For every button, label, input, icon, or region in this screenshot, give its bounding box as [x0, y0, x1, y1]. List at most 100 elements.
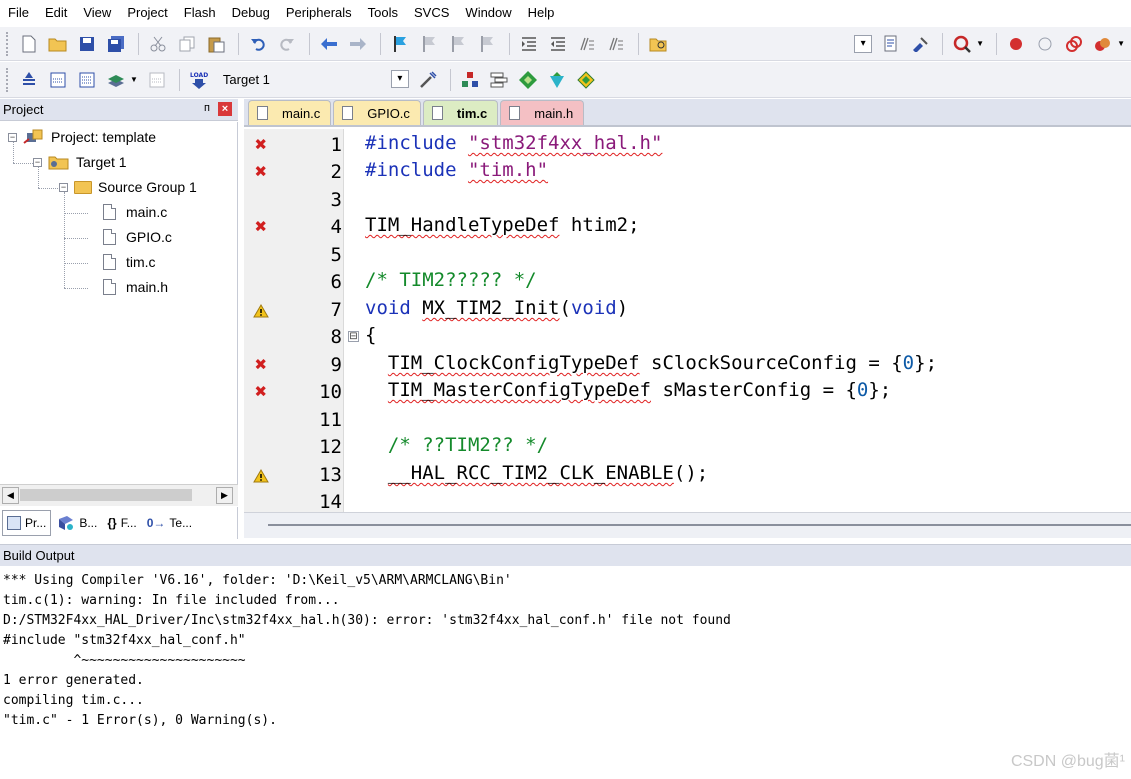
tab-tim-c[interactable]: tim.c	[422, 100, 499, 125]
tab-functions[interactable]: {} F...	[103, 510, 140, 536]
chevron-down-icon[interactable]: ▾	[390, 69, 409, 88]
cut-icon[interactable]	[145, 31, 171, 57]
save-all-icon[interactable]	[103, 31, 129, 57]
code-line[interactable]: ✖ 2 #include "tim.h"	[244, 158, 1131, 185]
pack-installer-icon[interactable]	[573, 67, 599, 93]
translate-icon[interactable]	[16, 67, 42, 93]
indent-icon[interactable]	[516, 31, 542, 57]
copy-icon[interactable]	[174, 31, 200, 57]
tab-books[interactable]: B...	[53, 510, 101, 536]
breakpoint-enable-icon[interactable]	[1032, 31, 1058, 57]
code-line[interactable]: 8 ⊟ {	[244, 323, 1131, 350]
incremental-find-icon[interactable]	[907, 31, 933, 57]
tree-file-main-h[interactable]: main.h	[103, 277, 168, 297]
breakpoint-kill-all-icon[interactable]	[1090, 31, 1116, 57]
breakpoint-insert-icon[interactable]	[1003, 31, 1029, 57]
tab-main-c[interactable]: main.c	[248, 100, 332, 125]
toolbar-grip[interactable]	[6, 31, 10, 56]
bookmark-next-icon[interactable]	[445, 31, 471, 57]
bookmark-prev-icon[interactable]	[416, 31, 442, 57]
menu-window[interactable]: Window	[465, 5, 511, 20]
rebuild-icon[interactable]	[74, 67, 100, 93]
find-in-files-icon[interactable]	[645, 31, 671, 57]
code-line[interactable]: ✖ 4 TIM_HandleTypeDef htim2;	[244, 213, 1131, 240]
file-extensions-icon[interactable]	[486, 67, 512, 93]
code-editor[interactable]: ✖ 1 #include "stm32f4xx_hal.h" ✖ 2 #incl…	[244, 129, 1131, 512]
scroll-left-icon[interactable]: ◀	[2, 487, 19, 504]
download-load-icon[interactable]: LOAD	[186, 67, 212, 93]
redo-icon[interactable]	[274, 31, 300, 57]
bookmark-clear-icon[interactable]	[474, 31, 500, 57]
menu-help[interactable]: Help	[528, 5, 555, 20]
menu-edit[interactable]: Edit	[45, 5, 67, 20]
collapse-icon[interactable]: −	[33, 157, 42, 167]
debug-session-icon[interactable]	[949, 31, 975, 57]
scrollbar-thumb[interactable]	[20, 489, 192, 501]
menu-project[interactable]: Project	[127, 5, 167, 20]
debug-dropdown-icon[interactable]: ▼	[976, 39, 984, 48]
tree-file-main-c[interactable]: main.c	[103, 202, 167, 222]
build-icon[interactable]	[45, 67, 71, 93]
menu-tools[interactable]: Tools	[368, 5, 398, 20]
open-folder-icon[interactable]	[45, 31, 71, 57]
select-software-packs-icon[interactable]	[544, 67, 570, 93]
manage-project-items-icon[interactable]	[457, 67, 483, 93]
paste-icon[interactable]	[203, 31, 229, 57]
tab-templates[interactable]: 0→ Te...	[143, 510, 196, 536]
scrollbar-track[interactable]	[268, 524, 1131, 526]
bookmark-toggle-icon[interactable]	[387, 31, 413, 57]
close-icon[interactable]: ×	[218, 102, 232, 116]
code-line[interactable]: 3	[244, 186, 1131, 213]
collapse-icon[interactable]: −	[59, 182, 68, 192]
tab-project[interactable]: Pr...	[2, 510, 52, 536]
tab-gpio-c[interactable]: GPIO.c	[333, 100, 421, 125]
code-line[interactable]: 7 void MX_TIM2_Init(void)	[244, 296, 1131, 323]
target-select[interactable]: Target 1 ▾	[223, 69, 409, 91]
batch-build-icon[interactable]	[103, 67, 129, 93]
stop-build-icon[interactable]	[144, 67, 170, 93]
pin-icon[interactable]: ᴨ	[204, 102, 210, 114]
menu-flash[interactable]: Flash	[184, 5, 216, 20]
new-file-icon[interactable]	[16, 31, 42, 57]
unindent-icon[interactable]	[545, 31, 571, 57]
tree-target-node[interactable]: − Target 1	[33, 152, 127, 172]
breakpoint-dropdown-icon[interactable]: ▼	[1117, 39, 1125, 48]
undo-icon[interactable]	[245, 31, 271, 57]
code-line[interactable]: ✖ 9 TIM_ClockConfigTypeDef sClockSourceC…	[244, 351, 1131, 378]
toolbar-grip[interactable]	[6, 67, 10, 92]
navigate-back-icon[interactable]	[316, 31, 342, 57]
code-line[interactable]: 11	[244, 406, 1131, 433]
menu-view[interactable]: View	[83, 5, 111, 20]
menu-debug[interactable]: Debug	[232, 5, 270, 20]
save-icon[interactable]	[74, 31, 100, 57]
options-for-target-icon[interactable]	[415, 67, 441, 93]
code-line[interactable]: 6 /* TIM2????? */	[244, 268, 1131, 295]
code-line[interactable]: 12 /* ??TIM2?? */	[244, 433, 1131, 460]
code-line[interactable]: 5	[244, 241, 1131, 268]
find-icon[interactable]	[878, 31, 904, 57]
fold-collapse-icon[interactable]: ⊟	[348, 331, 359, 342]
tree-project-node[interactable]: − Project: template	[8, 127, 156, 147]
tree-file-gpio-c[interactable]: GPIO.c	[103, 227, 172, 247]
tree-group-node[interactable]: − Source Group 1	[59, 177, 197, 197]
manage-run-time-env-icon[interactable]	[515, 67, 541, 93]
editor-horizontal-scrollbar[interactable]	[244, 512, 1131, 538]
code-line[interactable]: ✖ 1 #include "stm32f4xx_hal.h"	[244, 131, 1131, 158]
tab-main-h[interactable]: main.h	[500, 100, 585, 125]
breakpoint-disable-all-icon[interactable]	[1061, 31, 1087, 57]
project-horizontal-scrollbar[interactable]: ◀ ▶	[0, 484, 238, 506]
uncomment-icon[interactable]	[603, 31, 629, 57]
batch-build-dropdown-icon[interactable]: ▼	[130, 75, 138, 84]
comment-icon[interactable]	[574, 31, 600, 57]
tree-file-tim-c[interactable]: tim.c	[103, 252, 156, 272]
menu-svcs[interactable]: SVCS	[414, 5, 449, 20]
menu-file[interactable]: File	[8, 5, 29, 20]
navigate-forward-icon[interactable]	[345, 31, 371, 57]
code-line[interactable]: ✖ 10 TIM_MasterConfigTypeDef sMasterConf…	[244, 378, 1131, 405]
find-combo-arrow[interactable]: ▾	[854, 34, 873, 53]
scroll-right-icon[interactable]: ▶	[216, 487, 233, 504]
code-line[interactable]: 13 __HAL_RCC_TIM2_CLK_ENABLE();	[244, 461, 1131, 488]
build-output-panel[interactable]: *** Using Compiler 'V6.16', folder: 'D:\…	[0, 567, 1131, 779]
menu-peripherals[interactable]: Peripherals	[286, 5, 352, 20]
collapse-icon[interactable]: −	[8, 132, 17, 142]
